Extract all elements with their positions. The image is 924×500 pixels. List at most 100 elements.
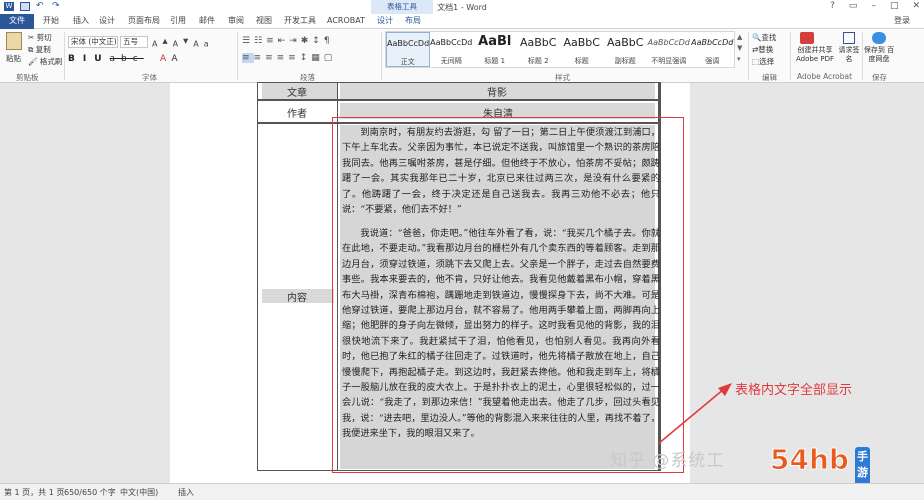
baidu-cloud-icon[interactable] [872, 32, 886, 44]
value-article: 背影 [487, 88, 507, 99]
select-label: 选择 [759, 57, 775, 66]
find-label: 查找 [761, 33, 777, 42]
cut-label: 剪切 [36, 33, 52, 42]
style-name: 副标题 [614, 57, 636, 65]
tab-page-layout[interactable]: 页面布局 [128, 14, 160, 29]
highlight-box [332, 117, 684, 473]
tab-design[interactable]: 设计 [99, 14, 115, 29]
style-preview: AaBl [478, 34, 512, 49]
status-bar: 第 1 页，共 1 页 650/650 个字 中文(中国) 插入 [0, 483, 924, 500]
editing-group-label: 编辑 [762, 73, 777, 82]
insert-mode-indicator[interactable]: 插入 [178, 487, 194, 498]
create-share-pdf-button[interactable]: 创建并共享 Adobe PDF [792, 46, 838, 64]
find-button[interactable]: 🔍查找 [752, 32, 776, 43]
divider [381, 32, 382, 80]
style-emphasis[interactable]: AaBbCcDd 强调 [691, 32, 735, 67]
tab-developer[interactable]: 开发工具 [284, 14, 316, 29]
style-name: 正文 [400, 58, 415, 66]
style-name: 强调 [705, 57, 720, 65]
tab-table-design[interactable]: 设计 [377, 14, 393, 29]
ribbon: 粘贴 ✂ 剪切 ⧉ 复制 🖌 格式刷 剪贴板 宋体 (中文正) 五号 A▲A▼A… [0, 29, 924, 83]
help-icon[interactable]: ? [830, 1, 835, 11]
annotation-arrow-icon [657, 383, 732, 445]
style-heading-2[interactable]: AaBbC 标题 2 [517, 32, 561, 67]
style-preview: AaBbCcDd [647, 38, 690, 47]
list-buttons[interactable]: ☰☷≡⇤⇥✱↕¶ [242, 36, 334, 46]
select-button[interactable]: ⬚选择 [752, 56, 774, 67]
style-preview: AaBbCcDd [387, 39, 429, 48]
close-icon[interactable]: ✕ [912, 1, 920, 11]
style-preview: AaBbC [607, 36, 644, 49]
clipboard-group-label: 剪贴板 [16, 73, 39, 82]
style-name: 无间隔 [440, 57, 462, 65]
document-page[interactable]: 文章 背影 作者 朱自清 内容 到南京时，有朋友约去游逛，勾 留了一日；第二日上… [170, 82, 690, 483]
adobe-pdf-icon[interactable] [800, 32, 814, 44]
styles-gallery: AaBbCcDd 正文 AaBbCcDd 无间隔 AaBl 标题 1 AaBbC 标题 … [385, 31, 735, 68]
minimize-icon[interactable]: – [871, 1, 876, 11]
copy-label: 复制 [35, 45, 51, 54]
font-size-controls[interactable]: A▲A▼Aa [152, 37, 214, 49]
font-name-select[interactable]: 宋体 (中文正) [68, 36, 118, 48]
style-preview: AaBbC [520, 36, 557, 49]
tab-insert[interactable]: 插入 [73, 14, 89, 29]
tab-home[interactable]: 开始 [43, 14, 59, 29]
font-format-buttons[interactable]: BIUabc [68, 54, 144, 64]
scissors-icon: ✂ [28, 33, 35, 42]
divider [748, 32, 749, 80]
request-signature-button[interactable]: 请求签名 [838, 46, 860, 64]
paste-button[interactable]: 粘贴 [6, 53, 21, 64]
save-to-baidu-button[interactable]: 保存到 百度网盘 [863, 46, 895, 64]
replace-label: 替换 [758, 45, 774, 54]
cut-button[interactable]: ✂ 剪切 [28, 32, 52, 43]
divider [237, 32, 238, 80]
paste-icon[interactable] [6, 32, 22, 50]
window-title: 文档1 - Word [437, 3, 487, 12]
font-group-label: 字体 [142, 73, 157, 82]
logo-text: 54hb [770, 443, 850, 477]
tab-references[interactable]: 引用 [170, 14, 186, 29]
ribbon-tabs: 文件 开始 插入 设计 页面布局 引用 邮件 审阅 视图 开发工具 ACROBA… [0, 14, 924, 29]
format-painter-button[interactable]: 🖌 格式刷 [28, 56, 62, 67]
tab-view[interactable]: 视图 [256, 14, 272, 29]
label-article: 文章 [287, 88, 307, 99]
maximize-icon[interactable]: □ [890, 1, 899, 11]
style-name: 标题 1 [484, 57, 506, 65]
style-subtle-emphasis[interactable]: AaBbCcDd 不明显强调 [647, 32, 691, 67]
tab-review[interactable]: 审阅 [228, 14, 244, 29]
word-count[interactable]: 650/650 个字 [64, 487, 116, 498]
font-color-buttons[interactable]: AA [160, 54, 183, 64]
paintbrush-icon: 🖌 [28, 57, 38, 66]
signature-icon[interactable] [843, 32, 855, 44]
replace-button[interactable]: ⇄替换 [752, 44, 773, 55]
style-name: 标题 2 [527, 57, 549, 65]
style-name: 标题 [574, 57, 589, 65]
copy-icon: ⧉ [28, 45, 34, 54]
alignment-buttons[interactable]: ≡≡≡≡≡↕▦▢ [242, 53, 336, 63]
tab-table-layout[interactable]: 布局 [405, 14, 421, 29]
styles-scroll-icon[interactable]: ▲ ▼ ▾ [737, 32, 742, 65]
copy-button[interactable]: ⧉ 复制 [28, 44, 51, 55]
style-heading-1[interactable]: AaBl 标题 1 [473, 32, 517, 67]
label-author: 作者 [287, 109, 307, 120]
style-title[interactable]: AaBbC 标题 [560, 32, 604, 67]
label-content: 内容 [287, 293, 307, 304]
tab-mailings[interactable]: 邮件 [199, 14, 215, 29]
ribbon-display-icon[interactable]: ▭ [849, 1, 858, 11]
search-icon: 🔍 [752, 33, 762, 42]
style-preview: AaBbCcDd [691, 38, 734, 47]
format-painter-label: 格式刷 [39, 57, 63, 66]
site-logo: 54hb 手游网 [770, 443, 870, 497]
divider [64, 32, 65, 80]
style-subtitle[interactable]: AaBbC 副标题 [604, 32, 648, 67]
save-group-label: 保存 [872, 73, 887, 82]
font-size-select[interactable]: 五号 [120, 36, 148, 48]
login-link[interactable]: 登录 [894, 14, 910, 28]
style-name: 不明显强调 [651, 57, 687, 65]
page-count[interactable]: 第 1 页，共 1 页 [4, 487, 64, 498]
tab-file[interactable]: 文件 [0, 14, 34, 29]
style-normal[interactable]: AaBbCcDd 正文 [386, 32, 430, 67]
language-indicator[interactable]: 中文(中国) [120, 487, 158, 498]
style-no-spacing[interactable]: AaBbCcDd 无间隔 [430, 32, 474, 67]
tab-acrobat[interactable]: ACROBAT [327, 14, 365, 29]
divider [790, 32, 791, 80]
